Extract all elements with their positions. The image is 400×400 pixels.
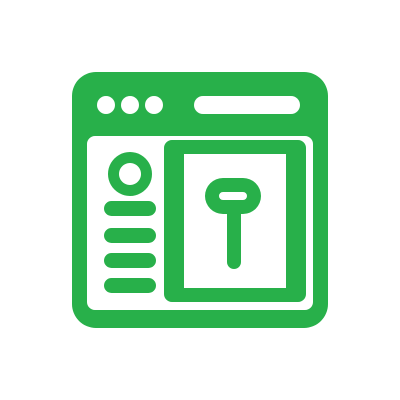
address-bar [194,96,300,114]
icon-canvas [0,0,400,400]
window-dot-2 [121,96,139,114]
sidebar-line-3 [104,253,156,268]
browser-window-with-pin-icon [72,72,328,328]
sidebar-line-2 [104,228,156,243]
window-dot-3 [145,96,163,114]
avatar-icon [107,152,152,196]
pin-icon [205,178,261,269]
sidebar-line-1 [104,201,156,216]
sidebar-line-4 [104,278,156,293]
window-dot-1 [97,96,115,114]
